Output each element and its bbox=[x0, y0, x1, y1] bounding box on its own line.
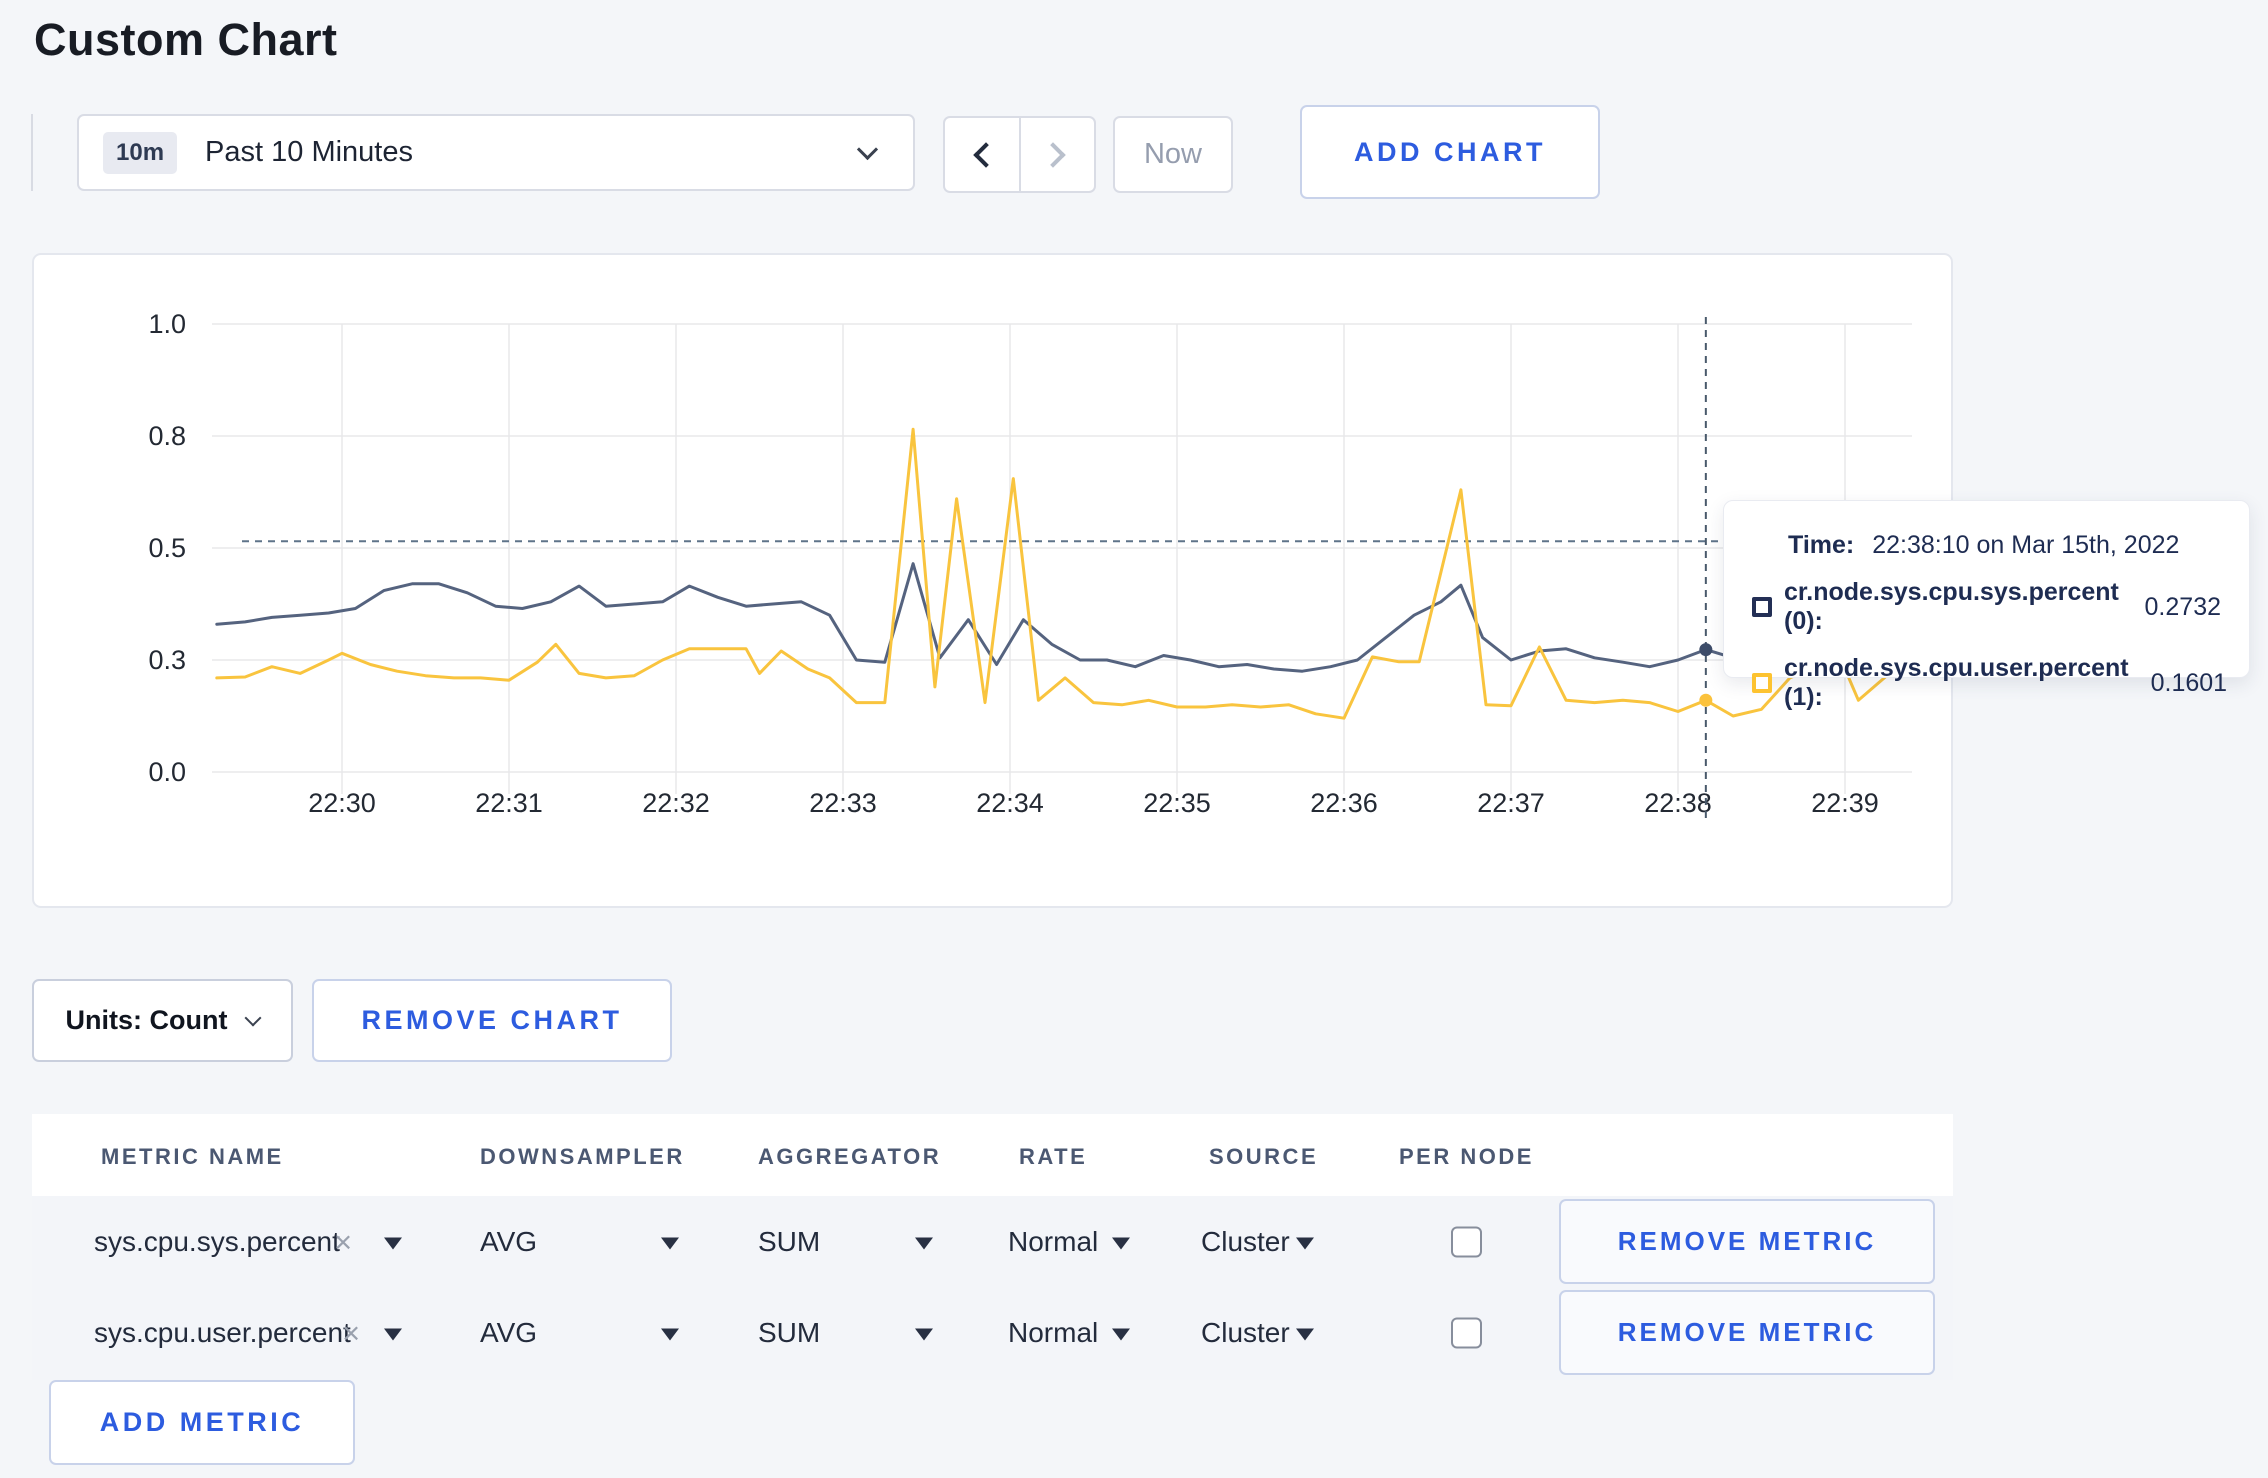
svg-text:0.0: 0.0 bbox=[148, 757, 186, 787]
clear-metric-icon[interactable]: × bbox=[334, 1226, 352, 1257]
now-button[interactable]: Now bbox=[1113, 116, 1233, 193]
col-header-per-node: PER NODE bbox=[1399, 1144, 1534, 1169]
metric-name-select[interactable]: sys.cpu.sys.percent bbox=[94, 1226, 340, 1258]
caret-down-icon[interactable] bbox=[1296, 1236, 1314, 1249]
chevron-down-icon bbox=[244, 1009, 262, 1026]
svg-text:22:39: 22:39 bbox=[1811, 788, 1879, 818]
chevron-down-icon bbox=[856, 138, 879, 161]
svg-text:0.3: 0.3 bbox=[148, 645, 186, 675]
svg-text:0.8: 0.8 bbox=[148, 421, 186, 451]
metric-name-select[interactable]: sys.cpu.user.percent bbox=[94, 1317, 351, 1349]
chart-tooltip: Time: 22:38:10 on Mar 15th, 2022 cr.node… bbox=[1723, 500, 2250, 711]
units-dropdown[interactable]: Units: Count bbox=[32, 979, 293, 1062]
caret-down-icon[interactable] bbox=[1112, 1327, 1130, 1340]
chevron-right-icon bbox=[1040, 141, 1066, 168]
svg-text:0.5: 0.5 bbox=[148, 533, 186, 563]
chevron-left-icon bbox=[973, 141, 999, 168]
downsampler-select[interactable]: AVG bbox=[480, 1226, 537, 1258]
per-node-checkbox[interactable] bbox=[1451, 1226, 1482, 1257]
caret-down-icon[interactable] bbox=[384, 1327, 402, 1340]
caret-down-icon[interactable] bbox=[1296, 1327, 1314, 1340]
svg-text:22:36: 22:36 bbox=[1310, 788, 1378, 818]
units-label: Units: Count bbox=[65, 1005, 228, 1035]
time-range-badge: 10m bbox=[103, 131, 178, 174]
time-nav-group bbox=[943, 116, 1096, 193]
clear-metric-icon[interactable]: × bbox=[342, 1317, 360, 1348]
svg-text:1.0: 1.0 bbox=[148, 309, 186, 339]
rate-select[interactable]: Normal bbox=[1008, 1226, 1098, 1258]
next-time-button[interactable] bbox=[1018, 118, 1095, 191]
add-metric-button[interactable]: ADD METRIC bbox=[49, 1380, 355, 1465]
svg-text:22:34: 22:34 bbox=[976, 788, 1044, 818]
svg-text:22:38: 22:38 bbox=[1644, 788, 1712, 818]
caret-down-icon[interactable] bbox=[915, 1236, 933, 1249]
custom-chart-plot[interactable]: 0.0 0.3 0.5 0.8 1.0 22:30 22:31 22:32 22:33 22:34… bbox=[34, 255, 1955, 910]
tooltip-time-label: Time: bbox=[1788, 531, 1855, 559]
per-node-checkbox[interactable] bbox=[1451, 1317, 1482, 1348]
caret-down-icon[interactable] bbox=[661, 1236, 679, 1249]
aggregator-select[interactable]: SUM bbox=[758, 1317, 820, 1349]
time-range-dropdown[interactable]: 10m Past 10 Minutes bbox=[77, 114, 915, 191]
col-header-source: SOURCE bbox=[1209, 1144, 1319, 1169]
tooltip-series-user-label: cr.node.sys.cpu.user.percent (1): bbox=[1784, 654, 2129, 711]
chart-card: 0.0 0.3 0.5 0.8 1.0 22:30 22:31 22:32 22:33 22:34… bbox=[32, 253, 1953, 908]
aggregator-select[interactable]: SUM bbox=[758, 1226, 820, 1258]
col-header-aggregator: AGGREGATOR bbox=[758, 1144, 942, 1169]
svg-text:22:35: 22:35 bbox=[1143, 788, 1211, 818]
col-header-metric-name: METRIC NAME bbox=[101, 1144, 284, 1169]
caret-down-icon[interactable] bbox=[1112, 1236, 1130, 1249]
tooltip-time-value: 22:38:10 on Mar 15th, 2022 bbox=[1872, 531, 2180, 559]
svg-text:22:32: 22:32 bbox=[642, 788, 710, 818]
toolbar-divider bbox=[31, 114, 33, 191]
remove-metric-button[interactable]: REMOVE METRIC bbox=[1559, 1290, 1935, 1375]
svg-text:22:37: 22:37 bbox=[1477, 788, 1545, 818]
page-title: Custom Chart bbox=[34, 14, 338, 65]
downsampler-select[interactable]: AVG bbox=[480, 1317, 537, 1349]
metrics-table: METRIC NAME DOWNSAMPLER AGGREGATOR RATE … bbox=[32, 1114, 1953, 1380]
series-swatch-sys-icon bbox=[1752, 597, 1772, 617]
remove-chart-button[interactable]: REMOVE CHART bbox=[312, 979, 672, 1062]
source-select[interactable]: Cluster bbox=[1201, 1317, 1290, 1349]
table-row: sys.cpu.user.percent × AVG SUM Normal Cl… bbox=[32, 1287, 1953, 1378]
col-header-rate: RATE bbox=[1019, 1144, 1088, 1169]
svg-text:22:33: 22:33 bbox=[809, 788, 877, 818]
add-chart-button[interactable]: ADD CHART bbox=[1300, 105, 1600, 199]
svg-text:22:30: 22:30 bbox=[308, 788, 376, 818]
rate-select[interactable]: Normal bbox=[1008, 1317, 1098, 1349]
caret-down-icon[interactable] bbox=[661, 1327, 679, 1340]
time-range-label: Past 10 Minutes bbox=[205, 136, 413, 168]
source-select[interactable]: Cluster bbox=[1201, 1226, 1290, 1258]
caret-down-icon[interactable] bbox=[915, 1327, 933, 1340]
caret-down-icon[interactable] bbox=[384, 1236, 402, 1249]
series-swatch-user-icon bbox=[1752, 673, 1772, 693]
col-header-downsampler: DOWNSAMPLER bbox=[480, 1144, 685, 1169]
remove-metric-button[interactable]: REMOVE METRIC bbox=[1559, 1199, 1935, 1284]
prev-time-button[interactable] bbox=[945, 118, 1019, 191]
tooltip-series-sys-value: 0.2732 bbox=[2144, 592, 2221, 621]
svg-text:22:31: 22:31 bbox=[475, 788, 543, 818]
tooltip-series-user-value: 0.1601 bbox=[2150, 668, 2228, 697]
table-row: sys.cpu.sys.percent × AVG SUM Normal Clu… bbox=[32, 1196, 1953, 1287]
tooltip-series-sys-label: cr.node.sys.cpu.sys.percent (0): bbox=[1784, 578, 2119, 635]
